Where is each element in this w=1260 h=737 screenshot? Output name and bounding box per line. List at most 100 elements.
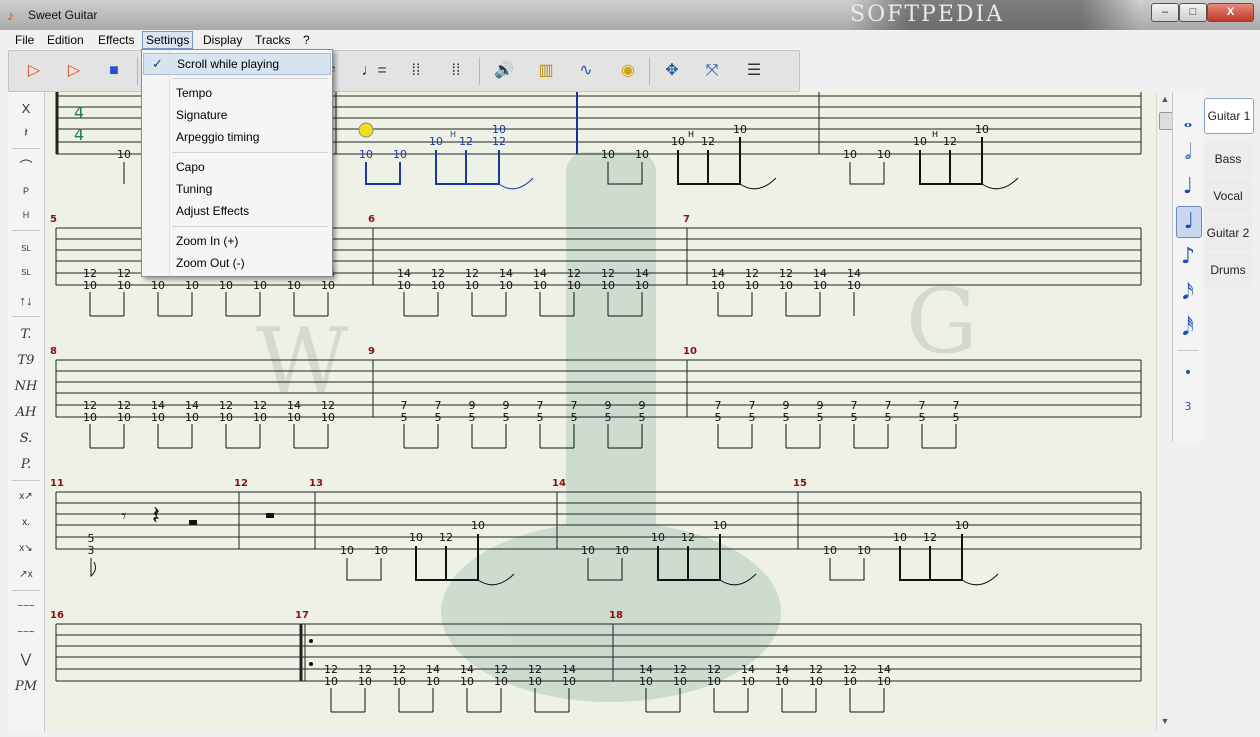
- tab-bass[interactable]: Bass: [1204, 142, 1252, 176]
- menu-edition[interactable]: Edition: [44, 32, 87, 48]
- fret-number: 10: [151, 411, 165, 424]
- tap-icon[interactable]: T.: [8, 324, 44, 346]
- vibrato-icon[interactable]: ~~~: [8, 596, 44, 618]
- palm-mute-icon[interactable]: PM: [8, 676, 44, 698]
- pop-icon[interactable]: P.: [8, 454, 44, 476]
- menu-zoom-in[interactable]: Zoom In (+): [143, 231, 331, 251]
- menu-tuning[interactable]: Tuning: [143, 179, 331, 199]
- close-button[interactable]: X: [1207, 3, 1254, 22]
- tap-fret-icon[interactable]: T9: [8, 350, 44, 372]
- scroll-thumb[interactable]: [1159, 112, 1173, 130]
- slide-down-icon[interactable]: SL: [8, 262, 44, 284]
- whole-note-icon[interactable]: 𝅝: [1176, 106, 1200, 136]
- loop-start-icon[interactable]: ⁞⁞: [403, 59, 429, 83]
- playback-cursor: [358, 122, 374, 138]
- svg-text:12: 12: [923, 531, 937, 544]
- tab-guitar-1[interactable]: Guitar 1: [1204, 98, 1254, 134]
- rest-icon[interactable]: 𝄽: [8, 122, 44, 144]
- quarter-note-icon[interactable]: ♩: [1176, 172, 1200, 202]
- play-icon[interactable]: ▷: [21, 59, 47, 83]
- menu-help[interactable]: ?: [300, 32, 313, 48]
- sine-wave-icon[interactable]: ∿: [573, 59, 599, 83]
- menu-scroll-while-playing[interactable]: ✓ Scroll while playing: [143, 53, 331, 75]
- slide-up-icon[interactable]: SL: [8, 238, 44, 260]
- eighth-note-icon[interactable]: ♩: [1176, 206, 1202, 238]
- measure-numbers-row-4: 11 12 13 14 15: [50, 478, 807, 489]
- settings-menu-dropdown: ✓ Scroll while playing Tempo Signature A…: [141, 49, 333, 277]
- pull-off-icon[interactable]: P: [8, 180, 44, 202]
- tab-drums[interactable]: Drums: [1204, 253, 1252, 287]
- svg-text:10: 10: [393, 148, 407, 161]
- fret-number: 10: [775, 675, 789, 688]
- fret-number: 10: [741, 675, 755, 688]
- scroll-down-icon[interactable]: ▼: [1157, 716, 1173, 726]
- dead-note-up-icon[interactable]: x↗: [8, 486, 44, 508]
- menu-arpeggio-timing[interactable]: Arpeggio timing: [143, 127, 331, 147]
- svg-text:H: H: [450, 130, 456, 139]
- fret-number: 10: [847, 279, 861, 292]
- lines-icon[interactable]: ☰: [741, 59, 767, 83]
- tremolo-icon[interactable]: ⋁: [8, 648, 44, 670]
- svg-text:6: 6: [368, 214, 375, 225]
- dead-note-icon[interactable]: x.: [8, 512, 44, 534]
- volume-icon[interactable]: 🔊: [491, 59, 517, 83]
- bend-icon[interactable]: ↑↓: [8, 290, 44, 312]
- fret-number: 10: [321, 411, 335, 424]
- delete-note-icon[interactable]: X: [8, 98, 44, 120]
- svg-text:10: 10: [877, 148, 891, 161]
- minimize-button[interactable]: –: [1151, 3, 1179, 22]
- tab-guitar-2[interactable]: Guitar 2: [1204, 216, 1252, 250]
- tie-icon[interactable]: ⌒: [8, 156, 44, 178]
- loop-end-icon[interactable]: ⁞⁞: [443, 59, 469, 83]
- menu-settings[interactable]: Settings: [142, 31, 194, 49]
- slap-icon[interactable]: S.: [8, 428, 44, 450]
- tempo-icon[interactable]: ♩=: [361, 59, 387, 83]
- menu-capo[interactable]: Capo: [143, 157, 331, 177]
- half-note-icon[interactable]: 𝅗𝅥: [1176, 138, 1200, 168]
- sixty-fourth-note-icon[interactable]: 𝅘𝅥𝅰: [1176, 314, 1200, 344]
- mixer-icon[interactable]: ▥: [533, 59, 559, 83]
- row-3-notes: 1210121014101410121012101410121075759595…: [83, 399, 960, 449]
- dotted-note-icon[interactable]: •: [1176, 358, 1200, 388]
- artificial-harmonic-icon[interactable]: AH: [8, 402, 44, 424]
- menu-display[interactable]: Display: [200, 32, 245, 48]
- toolbar: ▷ ▷ ■ 𝄴 ♩= ⁞⁞ ⁞⁞ 🔊 ▥ ∿ ◉ ✥ ⤧ ☰: [8, 50, 800, 92]
- natural-harmonic-icon[interactable]: NH: [8, 376, 44, 398]
- svg-text:10: 10: [893, 531, 907, 544]
- menu-tempo[interactable]: Tempo: [143, 83, 331, 103]
- svg-text:12: 12: [439, 531, 453, 544]
- menu-file[interactable]: File: [12, 32, 37, 48]
- resize-icon[interactable]: ⤧: [699, 59, 725, 83]
- wide-vibrato-icon[interactable]: ~~~: [8, 622, 44, 644]
- svg-text:12: 12: [681, 531, 695, 544]
- rake-icon[interactable]: ↗x: [8, 564, 44, 586]
- fret-number: 10: [321, 279, 335, 292]
- thirty-second-note-icon[interactable]: 𝅘𝅥𝅯: [1176, 278, 1200, 308]
- play-from-cursor-icon[interactable]: ▷: [61, 59, 87, 83]
- svg-text:10: 10: [117, 148, 131, 161]
- svg-text:10: 10: [671, 135, 685, 148]
- fret-number: 10: [185, 411, 199, 424]
- tab-vocal[interactable]: Vocal: [1204, 179, 1252, 213]
- sixteenth-note-icon[interactable]: ♪: [1176, 242, 1200, 272]
- menu-adjust-effects[interactable]: Adjust Effects: [143, 201, 331, 221]
- maximize-button[interactable]: □: [1179, 3, 1207, 22]
- menu-zoom-out[interactable]: Zoom Out (-): [143, 253, 331, 273]
- menu-tracks[interactable]: Tracks: [252, 32, 294, 48]
- fret-number: 5: [605, 411, 612, 424]
- move-icon[interactable]: ✥: [659, 59, 685, 83]
- fret-number: 5: [783, 411, 790, 424]
- softpedia-banner: SOFTPEDIA: [850, 0, 1140, 30]
- dead-note-down-icon[interactable]: x↘: [8, 538, 44, 560]
- fret-number: 10: [151, 279, 165, 292]
- scroll-up-icon[interactable]: ▲: [1157, 94, 1173, 104]
- triplet-icon[interactable]: 3: [1176, 392, 1200, 422]
- vertical-scrollbar[interactable]: ▲ ▼: [1156, 92, 1173, 732]
- menu-effects[interactable]: Effects: [95, 32, 137, 48]
- hammer-on-icon[interactable]: H: [8, 204, 44, 226]
- fret-number: 10: [809, 675, 823, 688]
- menu-signature[interactable]: Signature: [143, 105, 331, 125]
- stop-icon[interactable]: ■: [101, 59, 127, 83]
- svg-text:10: 10: [857, 544, 871, 557]
- tuner-icon[interactable]: ◉: [615, 59, 641, 83]
